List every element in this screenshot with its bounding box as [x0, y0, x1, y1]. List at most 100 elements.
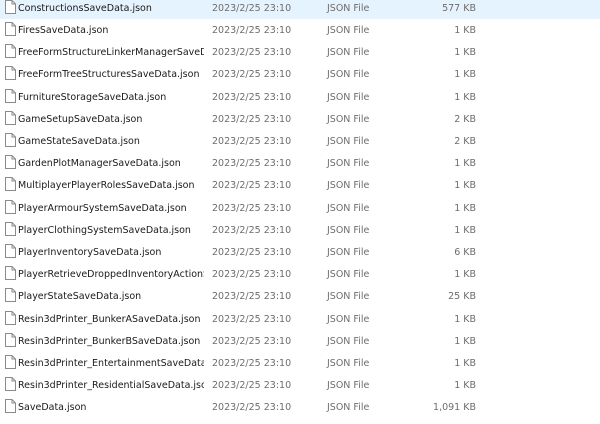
file-name: FurnitureStorageSaveData.json [18, 91, 167, 103]
file-date-modified: 2023/2/25 23:10 [212, 2, 292, 14]
file-type: JSON File [327, 46, 370, 58]
file-size: 1 KB [454, 91, 476, 103]
file-row[interactable]: PlayerArmourSystemSaveData.json 2023/2/2… [0, 197, 600, 219]
file-date-modified: 2023/2/25 23:10 [212, 113, 292, 125]
file-type: JSON File [327, 313, 370, 325]
file-type: JSON File [327, 2, 370, 14]
file-icon [5, 377, 16, 391]
file-row[interactable]: FiresSaveData.json 2023/2/25 23:10 JSON … [0, 19, 600, 41]
file-type: JSON File [327, 379, 370, 391]
file-icon [5, 200, 16, 214]
file-date-modified: 2023/2/25 23:10 [212, 268, 292, 280]
file-size: 2 KB [454, 135, 476, 147]
file-size: 577 KB [442, 2, 476, 14]
file-list: ConstructionsSaveData.json 2023/2/25 23:… [0, 0, 600, 424]
file-size: 1 KB [454, 313, 476, 325]
file-size: 1 KB [454, 202, 476, 214]
file-type: JSON File [327, 113, 370, 125]
file-type: JSON File [327, 290, 370, 302]
file-date-modified: 2023/2/25 23:10 [212, 313, 292, 325]
file-name: FreeFormTreeStructuresSaveData.json [18, 68, 200, 80]
file-name: PlayerStateSaveData.json [18, 290, 142, 302]
file-icon [5, 333, 16, 347]
file-type: JSON File [327, 202, 370, 214]
file-row[interactable]: FreeFormTreeStructuresSaveData.json 2023… [0, 63, 600, 85]
file-date-modified: 2023/2/25 23:10 [212, 135, 292, 147]
file-date-modified: 2023/2/25 23:10 [212, 157, 292, 169]
file-name: GameStateSaveData.json [18, 135, 140, 147]
file-icon [5, 111, 16, 125]
file-icon [5, 177, 16, 191]
file-row[interactable]: GameStateSaveData.json 2023/2/25 23:10 J… [0, 130, 600, 152]
file-size: 6 KB [454, 246, 476, 258]
file-name: Resin3dPrinter_BunkerBSaveData.json [18, 335, 201, 347]
file-icon [5, 222, 16, 236]
file-size: 1 KB [454, 357, 476, 369]
file-row[interactable]: GardenPlotManagerSaveData.json 2023/2/25… [0, 152, 600, 174]
file-size: 1 KB [454, 68, 476, 80]
file-name: FreeFormStructureLinkerManagerSaveData..… [18, 46, 204, 58]
file-date-modified: 2023/2/25 23:10 [212, 224, 292, 236]
file-row[interactable]: Resin3dPrinter_BunkerBSaveData.json 2023… [0, 330, 600, 352]
file-icon [5, 155, 16, 169]
file-type: JSON File [327, 401, 370, 413]
file-icon [5, 66, 16, 80]
file-row[interactable]: FreeFormStructureLinkerManagerSaveData..… [0, 41, 600, 63]
file-row[interactable]: SaveData.json 2023/2/25 23:10 JSON File … [0, 396, 600, 418]
file-icon [5, 22, 16, 36]
file-row[interactable]: GameSetupSaveData.json 2023/2/25 23:10 J… [0, 108, 600, 130]
file-name: Resin3dPrinter_BunkerASaveData.json [18, 313, 201, 325]
file-type: JSON File [327, 357, 370, 369]
file-type: JSON File [327, 268, 370, 280]
file-icon [5, 311, 16, 325]
file-size: 2 KB [454, 113, 476, 125]
file-size: 25 KB [448, 290, 476, 302]
file-name: PlayerArmourSystemSaveData.json [18, 202, 187, 214]
file-size: 1 KB [454, 24, 476, 36]
file-name: Resin3dPrinter_ResidentialSaveData.json [18, 379, 204, 391]
file-date-modified: 2023/2/25 23:10 [212, 379, 292, 391]
file-size: 1 KB [454, 46, 476, 58]
file-row[interactable]: Resin3dPrinter_ResidentialSaveData.json … [0, 374, 600, 396]
file-size: 1 KB [454, 379, 476, 391]
file-date-modified: 2023/2/25 23:10 [212, 202, 292, 214]
file-type: JSON File [327, 335, 370, 347]
file-name: GameSetupSaveData.json [18, 113, 143, 125]
file-icon [5, 266, 16, 280]
file-icon [5, 133, 16, 147]
file-type: JSON File [327, 179, 370, 191]
file-row[interactable]: ConstructionsSaveData.json 2023/2/25 23:… [0, 0, 600, 19]
file-icon [5, 44, 16, 58]
file-date-modified: 2023/2/25 23:10 [212, 91, 292, 103]
file-type: JSON File [327, 224, 370, 236]
file-row[interactable]: PlayerInventorySaveData.json 2023/2/25 2… [0, 241, 600, 263]
file-date-modified: 2023/2/25 23:10 [212, 401, 292, 413]
file-size: 1 KB [454, 268, 476, 280]
file-row[interactable]: PlayerRetrieveDroppedInventoryActionSave… [0, 263, 600, 285]
file-name: PlayerClothingSystemSaveData.json [18, 224, 191, 236]
file-icon [5, 89, 16, 103]
file-name: GardenPlotManagerSaveData.json [18, 157, 181, 169]
file-type: JSON File [327, 157, 370, 169]
file-row[interactable]: PlayerStateSaveData.json 2023/2/25 23:10… [0, 285, 600, 307]
file-date-modified: 2023/2/25 23:10 [212, 68, 292, 80]
file-type: JSON File [327, 91, 370, 103]
file-date-modified: 2023/2/25 23:10 [212, 290, 292, 302]
file-date-modified: 2023/2/25 23:10 [212, 246, 292, 258]
file-row[interactable]: FurnitureStorageSaveData.json 2023/2/25 … [0, 86, 600, 108]
file-name: SaveData.json [18, 401, 87, 413]
file-name: FiresSaveData.json [18, 24, 109, 36]
file-icon [5, 399, 16, 413]
file-date-modified: 2023/2/25 23:10 [212, 357, 292, 369]
file-name: ConstructionsSaveData.json [18, 2, 152, 14]
file-name: PlayerRetrieveDroppedInventoryActionSave… [18, 268, 204, 280]
file-row[interactable]: PlayerClothingSystemSaveData.json 2023/2… [0, 219, 600, 241]
file-type: JSON File [327, 246, 370, 258]
file-row[interactable]: Resin3dPrinter_BunkerASaveData.json 2023… [0, 308, 600, 330]
file-date-modified: 2023/2/25 23:10 [212, 335, 292, 347]
file-name: PlayerInventorySaveData.json [18, 246, 162, 258]
file-row[interactable]: MultiplayerPlayerRolesSaveData.json 2023… [0, 174, 600, 196]
file-icon [5, 355, 16, 369]
file-size: 1,091 KB [433, 401, 476, 413]
file-row[interactable]: Resin3dPrinter_EntertainmentSaveData.jso… [0, 352, 600, 374]
